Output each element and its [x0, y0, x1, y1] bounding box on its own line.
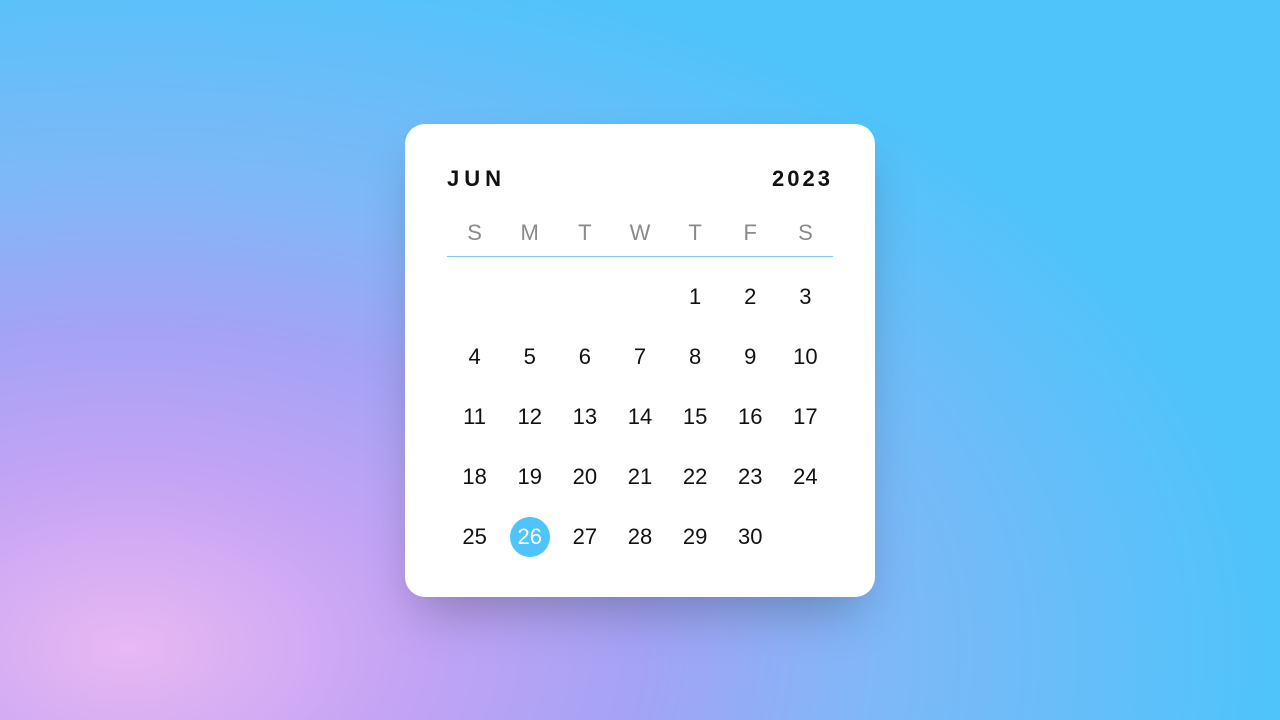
weekday-row: S M T W T F S: [447, 220, 833, 257]
day-cell-4[interactable]: 4: [447, 337, 502, 377]
day-cell-empty: [502, 277, 557, 317]
day-cell-10[interactable]: 10: [778, 337, 833, 377]
month-label[interactable]: JUN: [447, 166, 506, 192]
days-grid: 1234567891011121314151617181920212223242…: [447, 277, 833, 557]
day-cell-13[interactable]: 13: [557, 397, 612, 437]
day-cell-8[interactable]: 8: [668, 337, 723, 377]
calendar-header: JUN 2023: [447, 166, 833, 192]
day-cell-12[interactable]: 12: [502, 397, 557, 437]
day-cell-14[interactable]: 14: [612, 397, 667, 437]
day-cell-9[interactable]: 9: [723, 337, 778, 377]
day-cell-5[interactable]: 5: [502, 337, 557, 377]
day-cell-15[interactable]: 15: [668, 397, 723, 437]
day-cell-27[interactable]: 27: [557, 517, 612, 557]
day-cell-21[interactable]: 21: [612, 457, 667, 497]
weekday-fri: F: [723, 220, 778, 246]
weekday-mon: M: [502, 220, 557, 246]
day-cell-24[interactable]: 24: [778, 457, 833, 497]
day-cell-30[interactable]: 30: [723, 517, 778, 557]
day-cell-empty: [557, 277, 612, 317]
weekday-thu: T: [668, 220, 723, 246]
day-cell-19[interactable]: 19: [502, 457, 557, 497]
year-label[interactable]: 2023: [772, 166, 833, 192]
day-cell-16[interactable]: 16: [723, 397, 778, 437]
weekday-sat: S: [778, 220, 833, 246]
weekday-sun: S: [447, 220, 502, 246]
day-cell-empty: [447, 277, 502, 317]
day-cell-3[interactable]: 3: [778, 277, 833, 317]
day-cell-1[interactable]: 1: [668, 277, 723, 317]
day-cell-18[interactable]: 18: [447, 457, 502, 497]
weekday-wed: W: [612, 220, 667, 246]
day-cell-25[interactable]: 25: [447, 517, 502, 557]
day-cell-23[interactable]: 23: [723, 457, 778, 497]
weekday-tue: T: [557, 220, 612, 246]
day-cell-6[interactable]: 6: [557, 337, 612, 377]
day-cell-22[interactable]: 22: [668, 457, 723, 497]
day-cell-29[interactable]: 29: [668, 517, 723, 557]
day-cell-26[interactable]: 26: [502, 517, 557, 557]
day-cell-28[interactable]: 28: [612, 517, 667, 557]
day-cell-20[interactable]: 20: [557, 457, 612, 497]
day-cell-empty: [612, 277, 667, 317]
day-cell-7[interactable]: 7: [612, 337, 667, 377]
day-cell-11[interactable]: 11: [447, 397, 502, 437]
calendar-card: JUN 2023 S M T W T F S 12345678910111213…: [405, 124, 875, 597]
day-cell-17[interactable]: 17: [778, 397, 833, 437]
day-cell-2[interactable]: 2: [723, 277, 778, 317]
